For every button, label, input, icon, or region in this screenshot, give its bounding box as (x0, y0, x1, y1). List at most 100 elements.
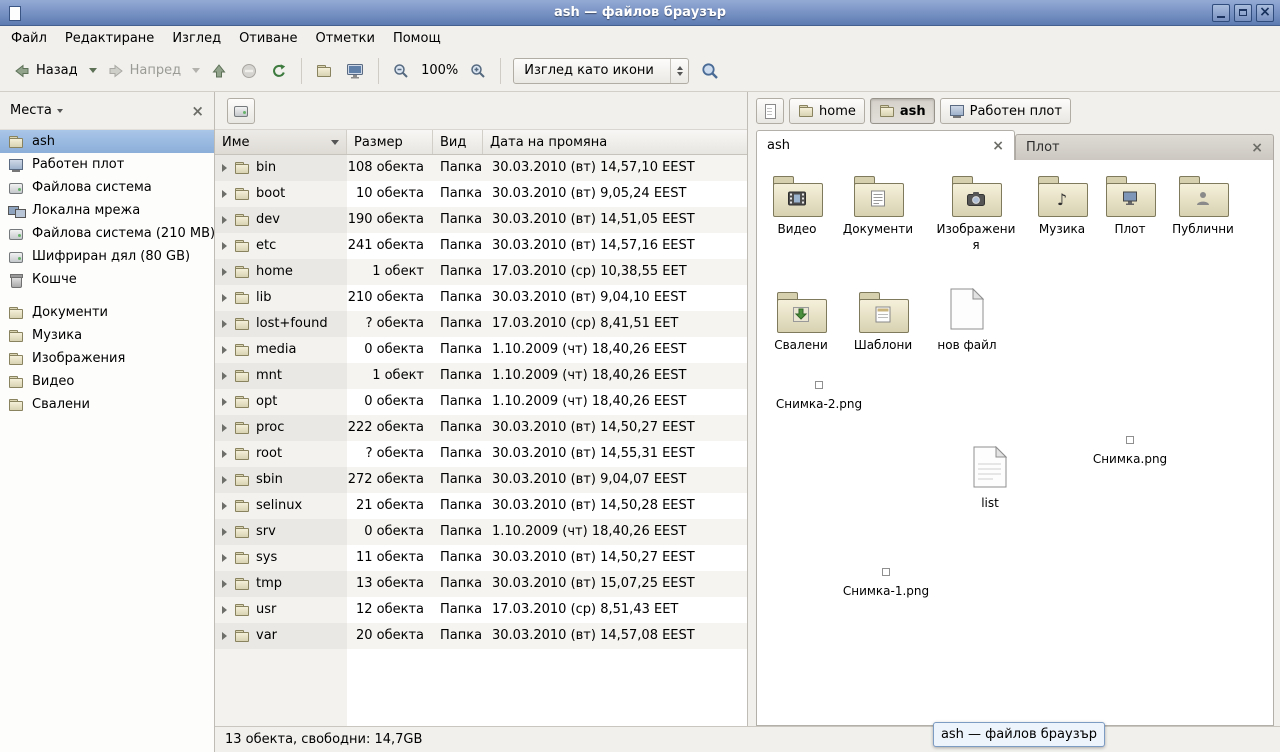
breadcrumb-ash[interactable]: ash (870, 98, 935, 124)
back-button[interactable]: Назад (8, 58, 84, 84)
menu-go[interactable]: Отиване (230, 28, 306, 49)
icon-item-pictures[interactable]: Изображения (936, 174, 1016, 253)
table-row[interactable]: boot 10 обекта Папка 30.03.2010 (вт) 9,0… (215, 181, 747, 207)
expander-icon[interactable] (222, 528, 227, 536)
tab-close-icon[interactable] (1251, 140, 1263, 156)
icon-item-templates[interactable]: Шаблони (843, 290, 923, 354)
table-row[interactable]: usr 12 обекта Папка 17.03.2010 (ср) 8,51… (215, 597, 747, 623)
expander-icon[interactable] (222, 554, 227, 562)
table-row[interactable]: opt 0 обекта Папка 1.10.2009 (чт) 18,40,… (215, 389, 747, 415)
table-row[interactable]: var 20 обекта Папка 30.03.2010 (вт) 14,5… (215, 623, 747, 649)
icon-item-desktop-folder[interactable]: Плот (1090, 174, 1170, 238)
zoom-in-button[interactable] (464, 58, 492, 84)
table-row[interactable]: bin 108 обекта Папка 30.03.2010 (вт) 14,… (215, 155, 747, 181)
icon-item-list[interactable]: list (950, 446, 1030, 512)
maximize-button[interactable] (1234, 4, 1252, 22)
sidebar-item[interactable]: Музика (0, 324, 214, 347)
back-history-dropdown[interactable] (86, 63, 100, 78)
icon-item-snimka[interactable]: Снимка.png (1078, 433, 1182, 468)
stop-button[interactable] (235, 58, 263, 84)
places-selector[interactable]: Места (10, 103, 63, 118)
column-header-date[interactable]: Дата на промяна (483, 130, 747, 154)
expander-icon[interactable] (222, 424, 227, 432)
expander-icon[interactable] (222, 320, 227, 328)
sidebar-item[interactable]: Изображения (0, 347, 214, 370)
menu-view[interactable]: Изглед (163, 28, 230, 49)
icon-item-video[interactable]: Видео (757, 174, 837, 238)
search-button[interactable] (695, 57, 725, 85)
reload-button[interactable] (265, 58, 293, 84)
table-row[interactable]: media 0 обекта Папка 1.10.2009 (чт) 18,4… (215, 337, 747, 363)
table-row[interactable]: selinux 21 обекта Папка 30.03.2010 (вт) … (215, 493, 747, 519)
expander-icon[interactable] (222, 242, 227, 250)
minimize-button[interactable] (1212, 4, 1230, 22)
sidebar-item[interactable]: Локална мрежа (0, 199, 214, 222)
table-row[interactable]: dev 190 обекта Папка 30.03.2010 (вт) 14,… (215, 207, 747, 233)
menu-bookmarks[interactable]: Отметки (306, 28, 383, 49)
expander-icon[interactable] (222, 632, 227, 640)
tab-ash[interactable]: ash (756, 130, 1015, 160)
table-row[interactable]: tmp 13 обекта Папка 30.03.2010 (вт) 15,0… (215, 571, 747, 597)
column-header-type[interactable]: Вид (433, 130, 483, 154)
expander-icon[interactable] (222, 346, 227, 354)
breadcrumb-root-button[interactable] (756, 98, 784, 124)
tab-desktop[interactable]: Плот (1015, 134, 1274, 160)
forward-history-dropdown[interactable] (189, 63, 203, 78)
home-button[interactable] (310, 58, 338, 84)
sidebar-item[interactable]: Файлова система (210 MB) (0, 222, 214, 245)
menu-edit[interactable]: Редактиране (56, 28, 163, 49)
table-row[interactable]: srv 0 обекта Папка 1.10.2009 (чт) 18,40,… (215, 519, 747, 545)
table-row[interactable]: proc 222 обекта Папка 30.03.2010 (вт) 14… (215, 415, 747, 441)
sidebar-item[interactable]: Кошче (0, 268, 214, 291)
table-row[interactable]: lib 210 обекта Папка 30.03.2010 (вт) 9,0… (215, 285, 747, 311)
sidebar-item[interactable]: Работен плот (0, 153, 214, 176)
expander-icon[interactable] (222, 476, 227, 484)
expander-icon[interactable] (222, 372, 227, 380)
close-button[interactable] (1256, 4, 1274, 22)
icon-item-public[interactable]: Публични (1163, 174, 1243, 238)
icon-item-snimka-2[interactable]: Снимка-2.png (767, 378, 871, 413)
tab-close-icon[interactable] (992, 138, 1004, 154)
icon-item-documents[interactable]: Документи (838, 174, 918, 238)
sidebar-item[interactable] (0, 291, 214, 301)
up-button[interactable] (205, 58, 233, 84)
zoom-out-button[interactable] (387, 58, 415, 84)
forward-button[interactable]: Напред (102, 58, 187, 84)
sidebar-item[interactable]: Свалени (0, 393, 214, 416)
table-row[interactable]: lost+found ? обекта Папка 17.03.2010 (ср… (215, 311, 747, 337)
root-location-button[interactable] (227, 98, 255, 124)
breadcrumb-home[interactable]: home (789, 98, 865, 124)
table-row[interactable]: sbin 272 обекта Папка 30.03.2010 (вт) 9,… (215, 467, 747, 493)
breadcrumb-desktop[interactable]: Работен плот (940, 98, 1071, 124)
expander-icon[interactable] (222, 216, 227, 224)
sidebar-item[interactable]: Документи (0, 301, 214, 324)
table-row[interactable]: etc 241 обекта Папка 30.03.2010 (вт) 14,… (215, 233, 747, 259)
expander-icon[interactable] (222, 580, 227, 588)
sidebar-close-button[interactable] (191, 102, 204, 120)
expander-icon[interactable] (222, 450, 227, 458)
expander-icon[interactable] (222, 294, 227, 302)
expander-icon[interactable] (222, 268, 227, 276)
expander-icon[interactable] (222, 190, 227, 198)
menu-file[interactable]: Файл (2, 28, 56, 49)
table-row[interactable]: sys 11 обекта Папка 30.03.2010 (вт) 14,5… (215, 545, 747, 571)
icon-item-new-file[interactable]: нов файл (927, 288, 1007, 354)
icon-item-snimka-1[interactable]: Снимка-1.png (834, 565, 938, 600)
sidebar-item[interactable]: Шифриран дял (80 GB) (0, 245, 214, 268)
expander-icon[interactable] (222, 606, 227, 614)
icon-item-downloads[interactable]: Свалени (761, 290, 841, 354)
column-header-size[interactable]: Размер (347, 130, 433, 154)
expander-icon[interactable] (222, 398, 227, 406)
column-header-name[interactable]: Име (215, 130, 347, 154)
computer-button[interactable] (340, 58, 370, 84)
view-mode-select[interactable]: Изглед като икони (513, 58, 689, 84)
sidebar-item[interactable]: Файлова система (0, 176, 214, 199)
expander-icon[interactable] (222, 164, 227, 172)
expander-icon[interactable] (222, 502, 227, 510)
table-row[interactable]: root ? обекта Папка 30.03.2010 (вт) 14,5… (215, 441, 747, 467)
menu-help[interactable]: Помощ (384, 28, 450, 49)
sidebar-item[interactable]: ash (0, 130, 214, 153)
table-row[interactable]: home 1 обект Папка 17.03.2010 (ср) 10,38… (215, 259, 747, 285)
table-row[interactable]: mnt 1 обект Папка 1.10.2009 (чт) 18,40,2… (215, 363, 747, 389)
sidebar-item[interactable]: Видео (0, 370, 214, 393)
